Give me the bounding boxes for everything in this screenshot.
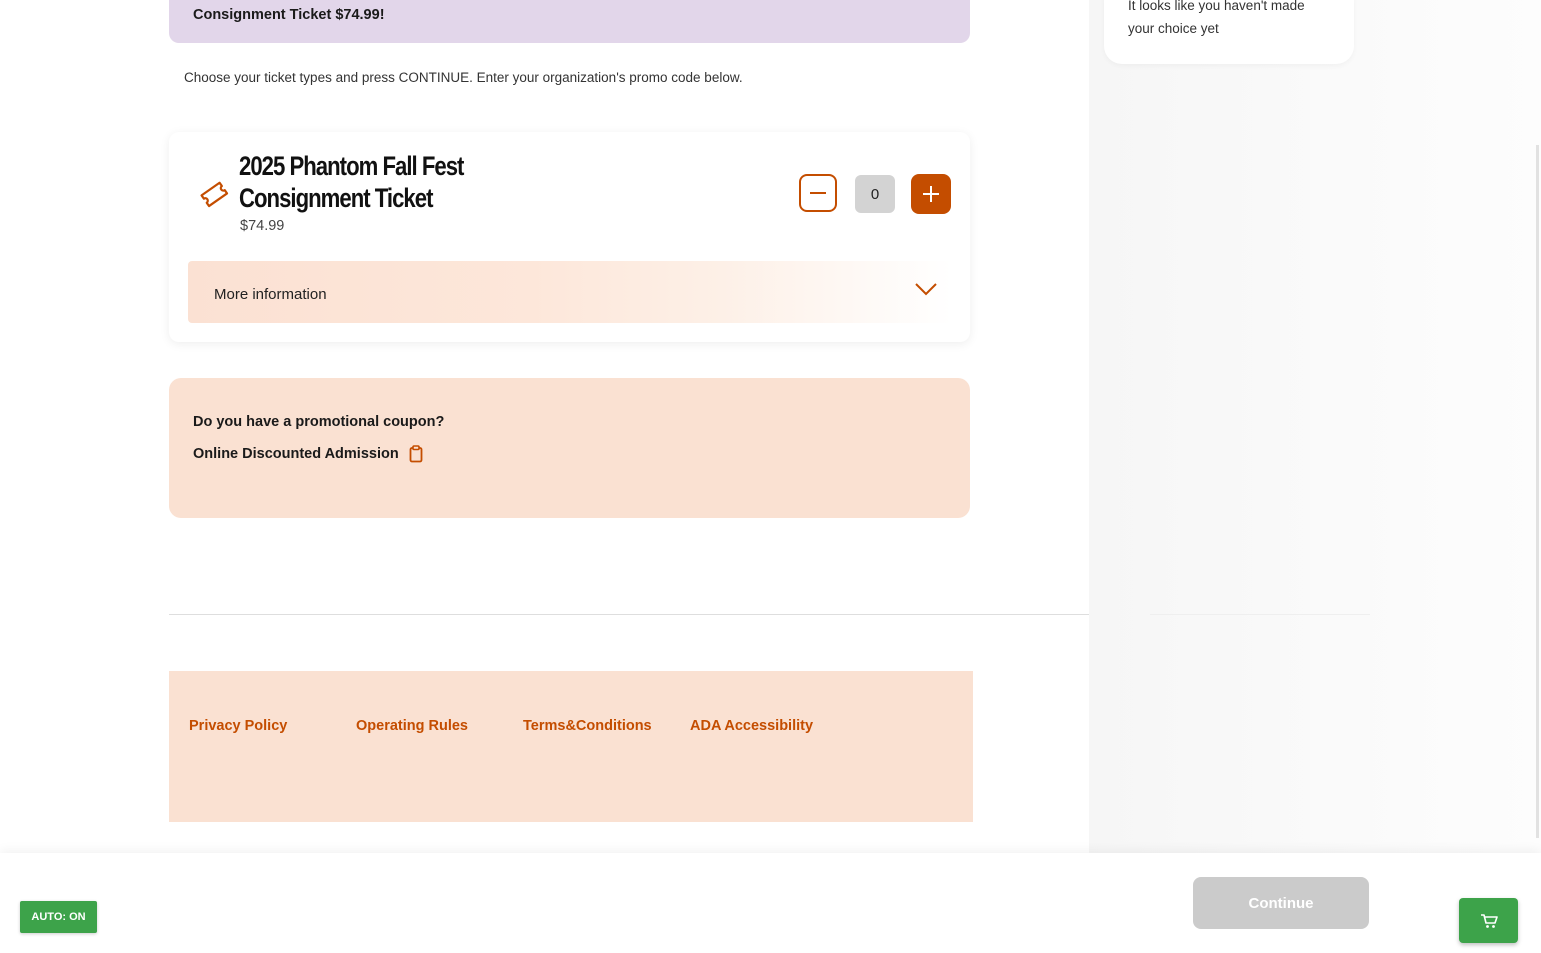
- banner-text: Consignment Ticket $74.99!: [193, 7, 385, 23]
- cart-icon: [1480, 913, 1498, 928]
- clipboard-icon[interactable]: [409, 445, 423, 463]
- plus-icon: [923, 186, 939, 202]
- footer-link-privacy-policy[interactable]: Privacy Policy: [189, 718, 287, 734]
- ticket-price: $74.99: [240, 218, 285, 234]
- increase-quantity-button[interactable]: [911, 174, 951, 214]
- quantity-value[interactable]: 0: [855, 175, 895, 213]
- promo-code: Online Discounted Admission: [193, 446, 399, 462]
- more-information-label: More information: [214, 286, 327, 303]
- chevron-down-icon: [915, 283, 937, 296]
- footer: Privacy Policy Operating Rules Terms&Con…: [169, 671, 973, 822]
- footer-link-operating-rules[interactable]: Operating Rules: [356, 718, 468, 734]
- ticket-banner: Consignment Ticket $74.99!: [169, 0, 970, 43]
- continue-button[interactable]: Continue: [1193, 877, 1369, 929]
- right-sidebar: [1089, 0, 1541, 953]
- minus-icon: [810, 192, 826, 194]
- more-information-toggle[interactable]: More information: [188, 261, 952, 323]
- promo-coupon-card: Do you have a promotional coupon? Online…: [169, 378, 970, 518]
- ticket-name: 2025 Phantom Fall Fest Consignment Ticke…: [239, 151, 464, 213]
- auto-mode-badge[interactable]: AUTO: ON: [20, 901, 97, 933]
- section-divider: [169, 614, 1089, 615]
- instructions-text: Choose your ticket types and press CONTI…: [184, 70, 743, 85]
- footer-link-terms-conditions[interactable]: Terms&Conditions: [523, 718, 652, 734]
- footer-link-ada-accessibility[interactable]: ADA Accessibility: [690, 718, 813, 734]
- empty-cart-message: It looks like you haven't made your choi…: [1128, 0, 1305, 36]
- decrease-quantity-button[interactable]: [799, 174, 837, 212]
- cart-button[interactable]: [1459, 898, 1518, 943]
- cart-summary-card: It looks like you haven't made your choi…: [1104, 0, 1354, 64]
- ticket-card: 2025 Phantom Fall Fest Consignment Ticke…: [169, 132, 970, 342]
- scrollbar[interactable]: [1536, 145, 1539, 838]
- ticket-icon: [200, 181, 229, 208]
- promo-question: Do you have a promotional coupon?: [193, 414, 445, 430]
- section-divider: [1150, 614, 1370, 615]
